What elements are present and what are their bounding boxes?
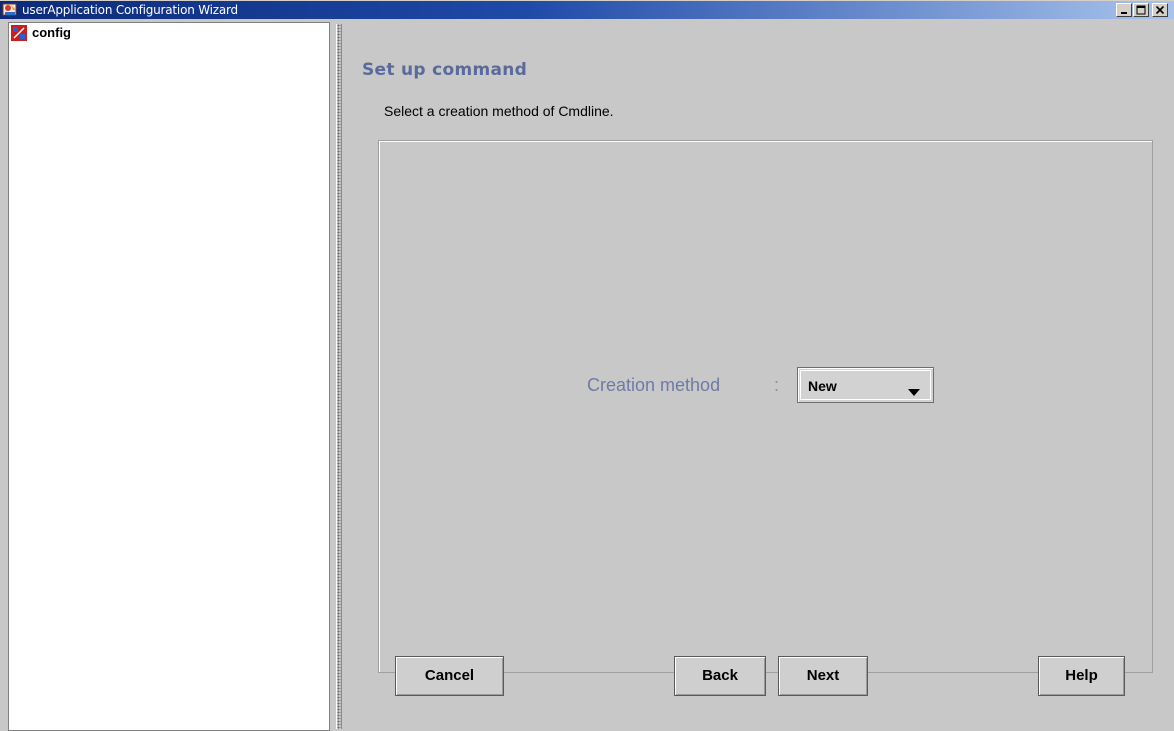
window-title: userApplication Configuration Wizard [22,3,238,17]
split-pane-divider[interactable] [333,22,346,731]
wizard-content: Set up command Select a creation method … [346,22,1174,731]
cancel-button[interactable]: Cancel [395,656,504,696]
minimize-button[interactable] [1116,3,1132,17]
settings-panel [378,140,1153,673]
tree-pane[interactable]: config [8,22,330,731]
close-button[interactable] [1152,3,1168,17]
help-button[interactable]: Help [1038,656,1125,696]
label-separator: : [774,375,780,395]
maximize-button[interactable] [1133,3,1149,17]
divider-grip[interactable] [336,24,342,729]
wizard-window: userApplication Configuration Wizard con… [0,0,1174,731]
page-title: Set up command [362,60,528,80]
creation-method-label: Creation method [587,375,721,395]
config-node-icon [11,25,27,41]
app-wizard-icon [2,2,18,18]
minimize-icon [1121,12,1127,14]
next-button[interactable]: Next [778,656,868,696]
title-bar[interactable]: userApplication Configuration Wizard [0,0,1174,19]
chevron-down-icon[interactable] [908,383,920,401]
instruction-text: Select a creation method of Cmdline. [384,103,614,119]
back-button[interactable]: Back [674,656,766,696]
tree-node-label: config [32,25,71,40]
maximize-icon [1136,5,1146,15]
close-icon [1155,5,1165,15]
creation-method-select-inner[interactable]: New [800,370,931,400]
creation-method-value: New [808,378,837,394]
creation-method-select[interactable]: New [797,367,934,403]
